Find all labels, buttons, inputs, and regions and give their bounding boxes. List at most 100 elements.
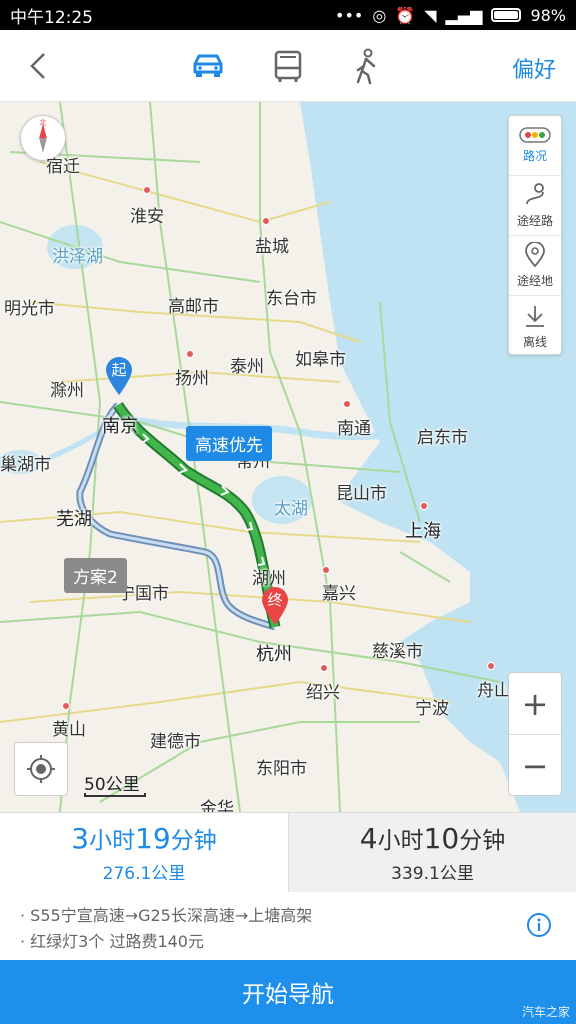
- preference-button[interactable]: 偏好: [512, 52, 556, 84]
- locate-button[interactable]: [14, 742, 68, 796]
- city-label: 明光市: [4, 299, 55, 319]
- plan-hours: 4: [359, 822, 378, 855]
- city-dot: [420, 502, 428, 510]
- start-navigation-button[interactable]: 开始导航 汽车之家: [0, 960, 576, 1024]
- city-label: 上海: [405, 521, 441, 542]
- city-label: 舟山: [477, 681, 511, 701]
- map-scale-label: 50公里: [84, 775, 140, 795]
- start-marker: 起: [104, 356, 134, 396]
- zoom-out-button[interactable]: −: [509, 735, 561, 797]
- plan-distance: 339.1公里: [391, 864, 474, 884]
- city-label: 启东市: [417, 428, 468, 448]
- status-bar: 中午12:25 ••• ◎ ⏰ ◥ ▂▄▆ 98%: [0, 0, 576, 30]
- city-label: 南通: [337, 419, 371, 439]
- more-icon: •••: [335, 5, 364, 25]
- car-icon[interactable]: [186, 44, 230, 88]
- city-label: 芜湖: [56, 509, 92, 530]
- city-label: 绍兴: [306, 683, 340, 703]
- traffic-toggle[interactable]: 路况: [509, 116, 561, 176]
- plan-minutes: 19: [135, 822, 171, 855]
- city-label: 如皋市: [295, 350, 346, 370]
- via-road-button[interactable]: 途经路: [509, 176, 561, 236]
- city-label: 高邮市: [168, 297, 219, 317]
- map-toolbox: 路况 途经路 途经地 离线: [508, 115, 562, 355]
- city-label: 建德市: [150, 732, 201, 752]
- route-details: · S55宁宣高速→G25长深高速→上塘高架 · 红绿灯3个 过路费140元: [0, 892, 576, 960]
- via-road-icon: [526, 183, 544, 205]
- via-place-button[interactable]: 途经地: [509, 236, 561, 296]
- city-label: 盐城: [255, 237, 289, 257]
- top-bar: 偏好: [0, 30, 576, 102]
- battery-icon: [491, 8, 522, 22]
- city-label: 宿迁: [46, 157, 80, 177]
- download-icon: [526, 305, 544, 327]
- compass-north-label: 北: [40, 119, 47, 127]
- traffic-light-icon: [519, 127, 551, 143]
- via-road-label: 途经路: [516, 214, 553, 228]
- plan-distance: 276.1公里: [102, 864, 186, 884]
- city-label: 扬州: [175, 369, 209, 389]
- start-marker-label: 起: [111, 361, 127, 379]
- city-label: 淮安: [130, 207, 164, 227]
- city-dot: [62, 702, 70, 710]
- plan-duration: 3小时19分钟: [71, 821, 216, 855]
- plan-minutes-unit: 分钟: [170, 828, 217, 854]
- plan-minutes: 10: [423, 822, 460, 855]
- locate-icon: [27, 755, 55, 783]
- city-dot: [343, 400, 351, 408]
- city-label: 巢湖市: [0, 455, 51, 475]
- plan-hours-unit: 小时: [89, 828, 136, 854]
- signal-icon: ▂▄▆: [445, 5, 483, 25]
- city-label: 东阳市: [256, 759, 307, 779]
- city-dot: [143, 186, 151, 194]
- offline-button[interactable]: 离线: [509, 296, 561, 356]
- plan-duration: 4小时10分钟: [360, 821, 505, 855]
- city-label: 南京: [102, 416, 138, 437]
- plan-minutes-unit: 分钟: [459, 828, 506, 854]
- city-label: 东台市: [266, 289, 317, 309]
- main-route-tag[interactable]: 高速优先: [186, 426, 272, 461]
- lake-label: 洪泽湖: [52, 247, 103, 267]
- zoom-controls: + −: [508, 672, 562, 796]
- watermark: 汽车之家: [521, 1005, 570, 1019]
- offline-label: 离线: [522, 334, 547, 349]
- sync-icon: ◎: [372, 5, 387, 25]
- back-arrow-icon[interactable]: [18, 46, 58, 86]
- lake-label: 太湖: [274, 499, 308, 519]
- route-roads: · S55宁宣高速→G25长深高速→上塘高架: [20, 906, 313, 925]
- via-place-label: 途经地: [516, 274, 553, 288]
- city-dot: [320, 664, 328, 672]
- city-dot: [487, 662, 495, 670]
- city-label: 金华: [200, 799, 234, 812]
- info-icon[interactable]: [526, 912, 552, 938]
- end-marker: 终: [260, 586, 290, 626]
- end-marker-label: 终: [267, 591, 283, 609]
- city-label: 宁波: [415, 699, 449, 719]
- city-label: 滁州: [50, 381, 84, 401]
- zoom-in-button[interactable]: +: [509, 673, 561, 735]
- alarm-icon: ⏰: [395, 5, 416, 25]
- city-label: 慈溪市: [372, 642, 423, 662]
- start-navigation-label: 开始导航: [242, 982, 334, 1008]
- plan-hours: 3: [71, 822, 90, 855]
- route-plan-1[interactable]: 3小时19分钟 276.1公里: [0, 812, 288, 892]
- city-dot: [262, 217, 270, 225]
- status-time: 中午12:25: [10, 7, 93, 28]
- wifi-icon: ◥: [424, 5, 437, 25]
- city-label: 嘉兴: [322, 584, 356, 604]
- city-dot: [186, 350, 194, 358]
- bus-icon[interactable]: [266, 44, 310, 88]
- battery-percent: 98%: [530, 5, 566, 25]
- walk-icon[interactable]: [344, 44, 388, 88]
- map-canvas: [0, 102, 576, 812]
- city-label: 泰州: [230, 357, 264, 377]
- map-view[interactable]: 北 宿迁 淮安 盐城 洪泽湖 明光市 高邮市 东台市 如皋市 泰州 扬州 滁州 …: [0, 102, 576, 812]
- alt-route-tag[interactable]: 方案2: [64, 558, 127, 593]
- city-dot: [322, 566, 330, 574]
- city-label: 杭州: [256, 644, 292, 665]
- route-plans: 3小时19分钟 276.1公里 4小时10分钟 339.1公里: [0, 812, 576, 892]
- route-plan-2[interactable]: 4小时10分钟 339.1公里: [288, 812, 576, 892]
- route-extra-info: · 红绿灯3个 过路费140元: [20, 932, 204, 951]
- city-label: 昆山市: [336, 484, 387, 504]
- via-place-icon: [525, 242, 545, 268]
